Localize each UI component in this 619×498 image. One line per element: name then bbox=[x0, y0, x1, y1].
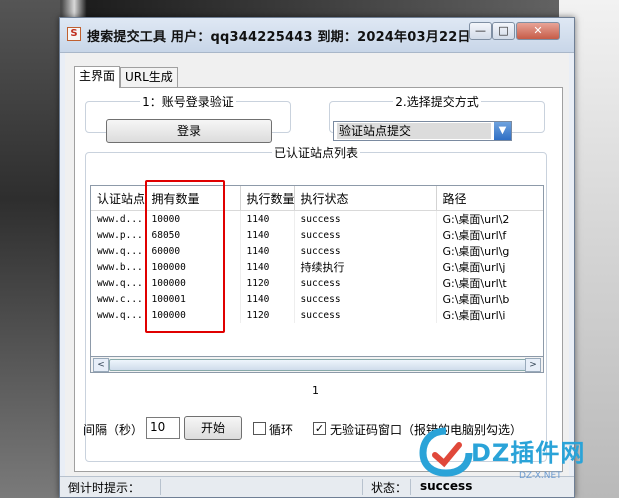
table-cell: G:\桌面\url\i bbox=[436, 307, 543, 323]
table-row[interactable]: www.q... 100000 1120 success G:\桌面\url\i bbox=[91, 307, 543, 323]
column-header[interactable]: 执行数量 bbox=[240, 186, 295, 211]
table-cell: 1140 bbox=[240, 210, 295, 227]
table-cell: 60000 bbox=[145, 243, 241, 259]
submit-method-legend: 2.选择提交方式 bbox=[393, 93, 481, 110]
table-cell: 10000 bbox=[145, 210, 241, 227]
close-button[interactable]: ✕ bbox=[516, 22, 560, 40]
table-body: www.d... 10000 1140 success G:\桌面\url\2 www.p… bbox=[91, 210, 543, 323]
table-cell: G:\桌面\url\2 bbox=[436, 210, 543, 227]
window-title: 搜索提交工具 用户：qq344225443 到期：2024年03月22日 bbox=[87, 30, 471, 45]
scroll-right-arrow-icon[interactable]: > bbox=[525, 358, 541, 372]
table-cell: success bbox=[294, 227, 437, 243]
table-cell: G:\桌面\url\b bbox=[436, 291, 543, 307]
table-row[interactable]: www.q... 60000 1140 success G:\桌面\url\g bbox=[91, 243, 543, 259]
verified-sites-legend: 已认证站点列表 bbox=[271, 144, 360, 161]
table-row[interactable]: www.q... 100000 1120 success G:\桌面\url\t bbox=[91, 275, 543, 291]
table-cell: www.p... bbox=[91, 227, 146, 243]
table-cell: success bbox=[294, 307, 437, 323]
column-header[interactable]: 执行状态 bbox=[294, 186, 437, 211]
background-left bbox=[0, 0, 60, 498]
start-button[interactable]: 开始 bbox=[184, 416, 242, 440]
tab-url-generate[interactable]: URL生成 bbox=[120, 67, 178, 87]
table-cell: 1140 bbox=[240, 259, 295, 275]
table-cell: success bbox=[294, 275, 437, 291]
column-header[interactable]: 拥有数量 bbox=[145, 186, 241, 211]
table-cell: success bbox=[294, 291, 437, 307]
countdown-label: 倒计时提示： bbox=[68, 481, 141, 495]
status-separator bbox=[160, 479, 161, 495]
submit-method-select[interactable]: 验证站点提交 ▼ bbox=[333, 121, 512, 141]
table-row[interactable]: www.p... 68050 1140 success G:\桌面\url\f bbox=[91, 227, 543, 243]
table-row[interactable]: www.c... 100001 1140 success G:\桌面\url\b bbox=[91, 291, 543, 307]
table-header-row: 认证站点 拥有数量 执行数量 执行状态 路径 bbox=[91, 186, 543, 211]
table-cell: 1120 bbox=[240, 275, 295, 291]
scroll-thumb[interactable] bbox=[109, 359, 537, 371]
table-cell: G:\桌面\url\t bbox=[436, 275, 543, 291]
login-button[interactable]: 登录 bbox=[106, 119, 272, 143]
status-label: 状态： bbox=[371, 481, 408, 495]
table-cell: G:\桌面\url\j bbox=[436, 259, 543, 275]
minimize-button[interactable]: — bbox=[469, 22, 492, 40]
table-cell: 1140 bbox=[240, 291, 295, 307]
table-cell: success bbox=[294, 210, 437, 227]
table-row[interactable]: www.b... 100000 1140 持续执行 G:\桌面\url\j bbox=[91, 259, 543, 275]
tab-main[interactable]: 主界面 bbox=[74, 66, 120, 88]
loop-checkbox[interactable] bbox=[253, 422, 266, 435]
sites-listview[interactable]: 认证站点 拥有数量 执行数量 执行状态 路径 www.d... 10000 1140… bbox=[90, 185, 544, 357]
table-cell: www.c... bbox=[91, 291, 146, 307]
watermark-text: DZ插件网 bbox=[471, 439, 586, 467]
status-separator bbox=[362, 479, 363, 495]
watermark-logo: DZ插件网 DZ-X.NET bbox=[419, 427, 619, 495]
no-captcha-checkbox[interactable]: ✓ bbox=[313, 422, 326, 435]
table-cell: 100000 bbox=[145, 307, 241, 323]
interval-input[interactable]: 10 bbox=[146, 417, 180, 439]
table-cell: 100001 bbox=[145, 291, 241, 307]
table-cell: 68050 bbox=[145, 227, 241, 243]
maximize-button[interactable]: □ bbox=[492, 22, 515, 40]
table-cell: 持续执行 bbox=[294, 259, 437, 275]
table-cell: 1140 bbox=[240, 243, 295, 259]
table-cell: G:\桌面\url\g bbox=[436, 243, 543, 259]
table-cell: www.d... bbox=[91, 210, 146, 227]
watermark-subtext: DZ-X.NET bbox=[519, 471, 562, 481]
status-separator bbox=[410, 479, 411, 495]
table-cell: 100000 bbox=[145, 259, 241, 275]
column-header[interactable]: 路径 bbox=[436, 186, 543, 211]
table-cell: www.b... bbox=[91, 259, 146, 275]
table-cell: www.q... bbox=[91, 275, 146, 291]
app-icon: S bbox=[67, 27, 81, 41]
title-bar[interactable]: S 搜索提交工具 用户：qq344225443 到期：2024年03月22日 —… bbox=[60, 18, 574, 53]
table-cell: 1120 bbox=[240, 307, 295, 323]
table-cell: success bbox=[294, 243, 437, 259]
login-group-legend: 1：账号登录验证 bbox=[140, 93, 236, 110]
page-number: 1 bbox=[312, 384, 319, 397]
table-cell: www.q... bbox=[91, 243, 146, 259]
horizontal-scrollbar[interactable]: < > bbox=[90, 357, 544, 373]
submit-method-value: 验证站点提交 bbox=[337, 123, 491, 139]
chevron-down-icon[interactable]: ▼ bbox=[494, 122, 511, 140]
dz-logo-icon bbox=[419, 427, 473, 477]
interval-label: 间隔（秒） bbox=[83, 423, 144, 437]
table-cell: G:\桌面\url\f bbox=[436, 227, 543, 243]
column-header[interactable]: 认证站点 bbox=[91, 186, 146, 211]
table-row[interactable]: www.d... 10000 1140 success G:\桌面\url\2 bbox=[91, 210, 543, 227]
sites-table: 认证站点 拥有数量 执行数量 执行状态 路径 www.d... 10000 1140… bbox=[91, 186, 543, 323]
table-cell: 1140 bbox=[240, 227, 295, 243]
table-cell: 100000 bbox=[145, 275, 241, 291]
table-cell: www.q... bbox=[91, 307, 146, 323]
scroll-left-arrow-icon[interactable]: < bbox=[93, 358, 109, 372]
loop-label: 循环 bbox=[269, 423, 294, 437]
